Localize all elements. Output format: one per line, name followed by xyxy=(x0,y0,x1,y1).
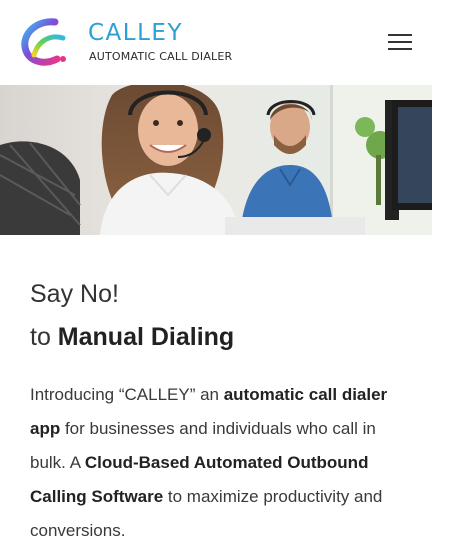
hero-image xyxy=(0,85,432,235)
headline-line-1: Say No! xyxy=(30,280,119,308)
brand-tagline: AUTOMATIC CALL DIALER xyxy=(89,50,233,63)
brand-name: CALLEY xyxy=(88,20,184,46)
headline-emphasis: Manual Dialing xyxy=(57,323,235,351)
calley-logo-mark-icon xyxy=(21,18,66,66)
call-center-agents-photo xyxy=(0,85,432,235)
hamburger-menu-icon[interactable] xyxy=(386,31,414,53)
intro-paragraph: Introducing “CALLEY” an automatic call d… xyxy=(30,378,415,548)
headline-line-2: to Manual Dialing xyxy=(30,323,234,352)
headline-prefix: to xyxy=(30,323,58,351)
site-header: CALLEY AUTOMATIC CALL DIALER xyxy=(0,0,432,85)
calley-logo[interactable]: CALLEY AUTOMATIC CALL DIALER xyxy=(19,17,233,69)
intro-text-1: Introducing “CALLEY” an xyxy=(30,385,224,404)
